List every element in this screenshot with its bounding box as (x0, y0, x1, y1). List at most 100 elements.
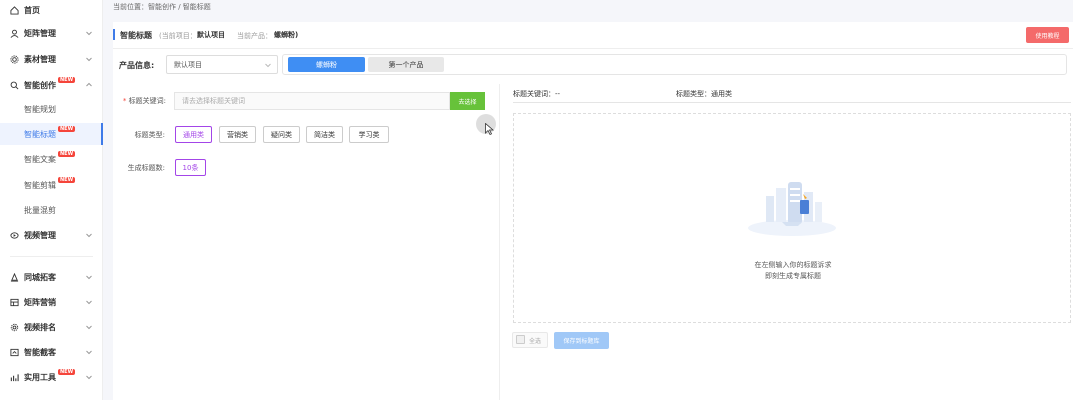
nav-item-home[interactable]: 首页 (0, 0, 103, 20)
type-learning-button[interactable]: 学习类 (349, 126, 389, 143)
home-icon (10, 5, 19, 15)
result-box: 在左侧输入你的标题诉求 即刻生成专属标题 (513, 113, 1071, 323)
sub-item-editing[interactable]: 智能剪辑 NEW (0, 174, 103, 196)
mouse-cursor (476, 114, 496, 135)
select-all-label: 全选 (529, 338, 542, 345)
type-label: 标题类型: (134, 131, 165, 139)
chart-icon (10, 373, 19, 382)
app-root: 首页 矩阵管理 素材管理 智能创作 NEW 智能规划 智能标题 NEW 智能文案 N… (0, 0, 1073, 400)
user-icon (10, 29, 19, 38)
type-info: 标题类型：通用类 (676, 90, 732, 98)
empty-text-line1: 在左侧输入你的标题诉求 (754, 261, 832, 269)
select-keyword-button[interactable]: 去选择 (450, 92, 485, 110)
sidebar: 首页 矩阵管理 素材管理 智能创作 NEW 智能规划 智能标题 NEW 智能文案 N… (0, 0, 103, 400)
chevron-down-icon (85, 323, 93, 331)
chevron-down-icon (264, 61, 272, 69)
project-value: 默认项目 (197, 31, 225, 39)
sub-item-planning[interactable]: 智能规划 (0, 98, 103, 120)
sub-item-label: 智能规划 (24, 104, 56, 114)
result-header-divider (513, 102, 1071, 103)
new-badge: NEW (58, 177, 76, 183)
chevron-down-icon (85, 29, 93, 37)
keyword-label-text: 标题关键词: (128, 97, 166, 105)
project-select-value: 默认项目 (174, 60, 202, 69)
product-info-label: 产品信息: (119, 61, 155, 70)
sub-item-copywriting[interactable]: 智能文案 NEW (0, 148, 103, 170)
gear-icon (10, 54, 19, 64)
keyword-info: 标题关键词：-- (513, 90, 561, 98)
type-marketing-button[interactable]: 营销类 (219, 126, 256, 143)
nav-item-video-ranking[interactable]: 视频排名 (0, 317, 103, 337)
chevron-down-icon (85, 273, 93, 281)
nav-label: 首页 (24, 5, 40, 15)
product-value: 螺蛳粉) (274, 31, 299, 39)
nav-label: 视频管理 (24, 230, 56, 240)
empty-text-line2: 即刻生成专属标题 (765, 272, 821, 280)
nav-label: 实用工具 (24, 372, 56, 382)
product-label: 当前产品： (237, 32, 272, 40)
breadcrumb: 当前位置：智能创作 / 智能标题 (113, 3, 211, 11)
product-tab-luosifen[interactable]: 螺蛳粉 (288, 57, 365, 72)
type-general-button[interactable]: 通用类 (175, 126, 212, 143)
person-icon (10, 272, 19, 282)
nav-item-tools[interactable]: 实用工具 NEW (0, 367, 103, 387)
select-all-checkbox[interactable] (516, 335, 525, 344)
product-tabs: 螺蛳粉 第一个产品 (282, 54, 1067, 75)
nav-item-matrix[interactable]: 矩阵管理 (0, 23, 103, 43)
empty-illustration-icon (748, 182, 836, 236)
type-concise-button[interactable]: 简洁类 (306, 126, 343, 143)
title-divider (113, 48, 1073, 49)
sub-item-label: 批量混剪 (24, 205, 56, 215)
keyword-input[interactable]: 请去选择标题关键词 (174, 92, 450, 110)
capture-icon (10, 348, 19, 357)
new-badge: NEW (58, 151, 76, 157)
sub-item-label: 智能文案 (24, 154, 56, 164)
new-badge: NEW (58, 369, 76, 375)
keyword-label: * 标题关键词: (118, 96, 166, 106)
sub-item-batch-mix[interactable]: 批量混剪 (0, 199, 103, 221)
chevron-down-icon (85, 231, 93, 239)
nav-item-material[interactable]: 素材管理 (0, 49, 103, 69)
save-to-library-button[interactable]: 保存到标题库 (554, 332, 609, 349)
page-title: 智能标题 (120, 31, 152, 40)
tutorial-button[interactable]: 使用教程 (1026, 27, 1069, 43)
grid-icon (10, 298, 19, 307)
chevron-up-icon (85, 81, 93, 89)
title-bar: 智能标题 (当前项目： 默认项目 当前产品： 螺蛳粉) 使用教程 (113, 22, 1073, 48)
count-label: 生成标题数: (127, 164, 165, 172)
sub-item-label: 智能剪辑 (24, 180, 56, 190)
nav-item-video[interactable]: 视频管理 (0, 225, 103, 245)
product-tab-first-product[interactable]: 第一个产品 (368, 57, 444, 72)
nav-label: 素材管理 (24, 54, 56, 64)
divider (10, 256, 93, 257)
sub-item-label: 智能标题 (24, 129, 56, 139)
chevron-down-icon (85, 298, 93, 306)
nav-label: 视频排名 (24, 322, 56, 332)
video-icon (10, 231, 19, 240)
nav-item-smart-capture[interactable]: 智能截客 (0, 342, 103, 362)
required-mark: * (122, 97, 127, 105)
nav-label: 智能截客 (24, 347, 56, 357)
nav-label: 矩阵营销 (24, 297, 56, 307)
nav-item-creation[interactable]: 智能创作 NEW (0, 75, 103, 95)
chevron-down-icon (85, 55, 93, 63)
gear-small-icon (10, 323, 19, 332)
count-button[interactable]: 10条 (175, 159, 206, 176)
project-select[interactable]: 默认项目 (166, 55, 278, 74)
nav-label: 智能创作 (24, 80, 56, 90)
project-label: (当前项目： (159, 32, 197, 40)
chevron-down-icon (85, 373, 93, 381)
chevron-down-icon (85, 348, 93, 356)
type-question-button[interactable]: 疑问类 (263, 126, 300, 143)
title-accent (113, 29, 115, 40)
search-icon (10, 81, 19, 90)
new-badge: NEW (58, 126, 76, 132)
nav-item-local-customers[interactable]: 同城拓客 (0, 267, 103, 287)
nav-label: 矩阵管理 (24, 28, 56, 38)
nav-item-matrix-marketing[interactable]: 矩阵营销 (0, 292, 103, 312)
new-badge: NEW (58, 77, 76, 83)
cursor-arrow-icon (485, 123, 494, 135)
vertical-separator (499, 84, 500, 400)
nav-label: 同城拓客 (24, 272, 56, 282)
sub-item-smart-title[interactable]: 智能标题 NEW (0, 123, 103, 145)
